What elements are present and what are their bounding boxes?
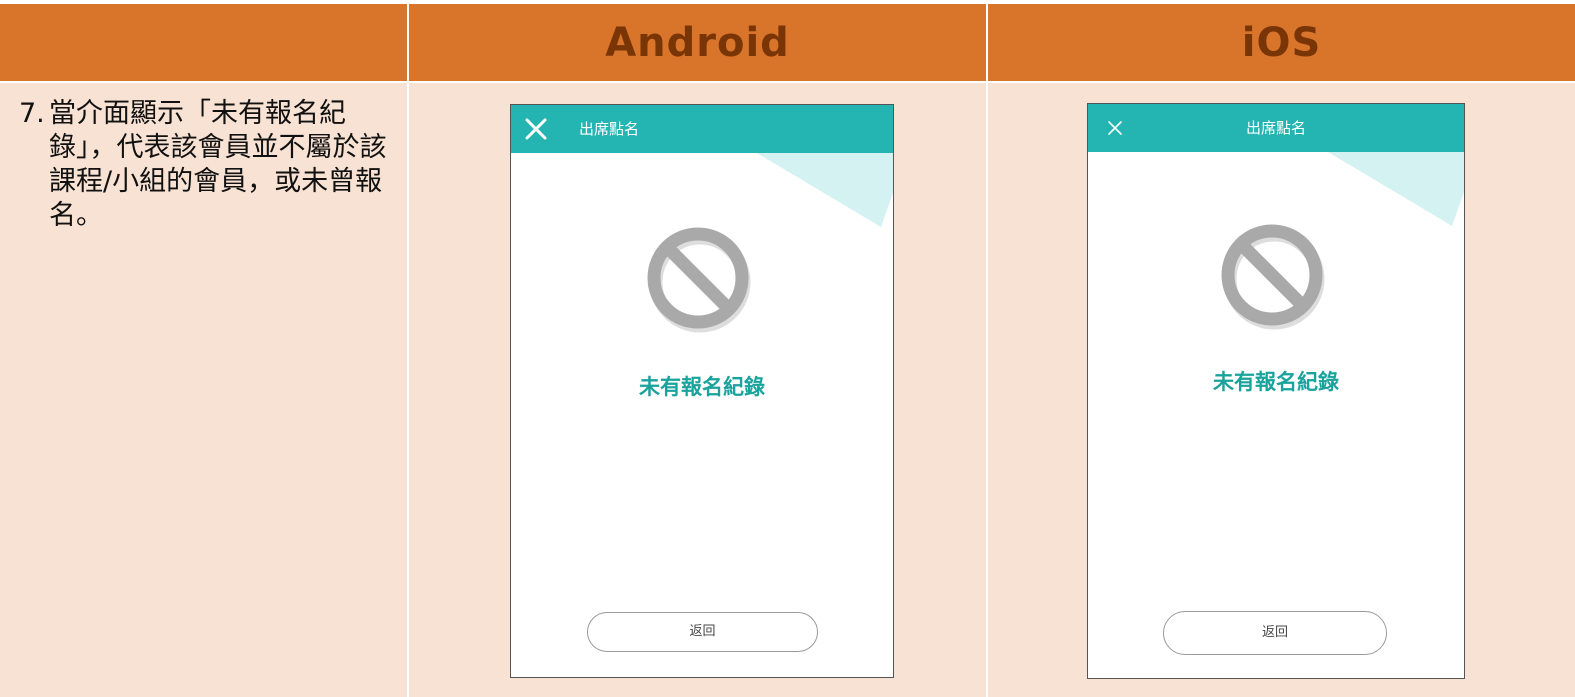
decor-triangle <box>757 153 893 227</box>
close-icon[interactable] <box>524 105 548 153</box>
ios-status-message: 未有報名紀錄 <box>1213 370 1339 394</box>
ios-app-bar: 出席點名 <box>1088 104 1464 152</box>
ban-icon <box>647 227 751 333</box>
android-cell: 出席點名 未有報名紀錄 返回 <box>407 81 986 697</box>
android-status-message: 未有報名紀錄 <box>639 375 765 399</box>
ios-back-button[interactable]: 返回 <box>1163 611 1387 655</box>
android-phone-screen: 出席點名 未有報名紀錄 返回 <box>510 104 894 678</box>
ban-icon <box>1221 224 1325 330</box>
step-text: 當介面顯示「未有報名紀錄」，代表該會員並不屬於該課程/小組的會員，或未曾報名。 <box>49 98 387 231</box>
android-app-bar: 出席點名 <box>511 105 893 153</box>
description-cell: 7. 當介面顯示「未有報名紀錄」，代表該會員並不屬於該課程/小組的會員，或未曾報… <box>0 81 407 697</box>
android-screen-title: 出席點名 <box>579 120 640 138</box>
comparison-table: Android iOS 7. 當介面顯示「未有報名紀錄」，代表該會員並不屬於該課… <box>0 4 1575 697</box>
header-android: Android <box>605 19 790 66</box>
decor-triangle <box>1328 152 1464 226</box>
android-back-button[interactable]: 返回 <box>587 612 818 652</box>
ios-screen-title: 出席點名 <box>1245 119 1306 137</box>
ios-phone-screen: 出席點名 未有報名紀錄 返回 <box>1087 103 1465 679</box>
header-cell-ios: iOS <box>986 4 1575 81</box>
step-description: 7. 當介面顯示「未有報名紀錄」，代表該會員並不屬於該課程/小組的會員，或未曾報… <box>19 97 394 233</box>
header-cell-android: Android <box>407 4 986 81</box>
ios-cell: 出席點名 未有報名紀錄 返回 <box>986 81 1575 697</box>
header-cell-blank <box>0 4 407 81</box>
header-ios: iOS <box>1241 19 1322 66</box>
step-number: 7. <box>19 98 45 129</box>
